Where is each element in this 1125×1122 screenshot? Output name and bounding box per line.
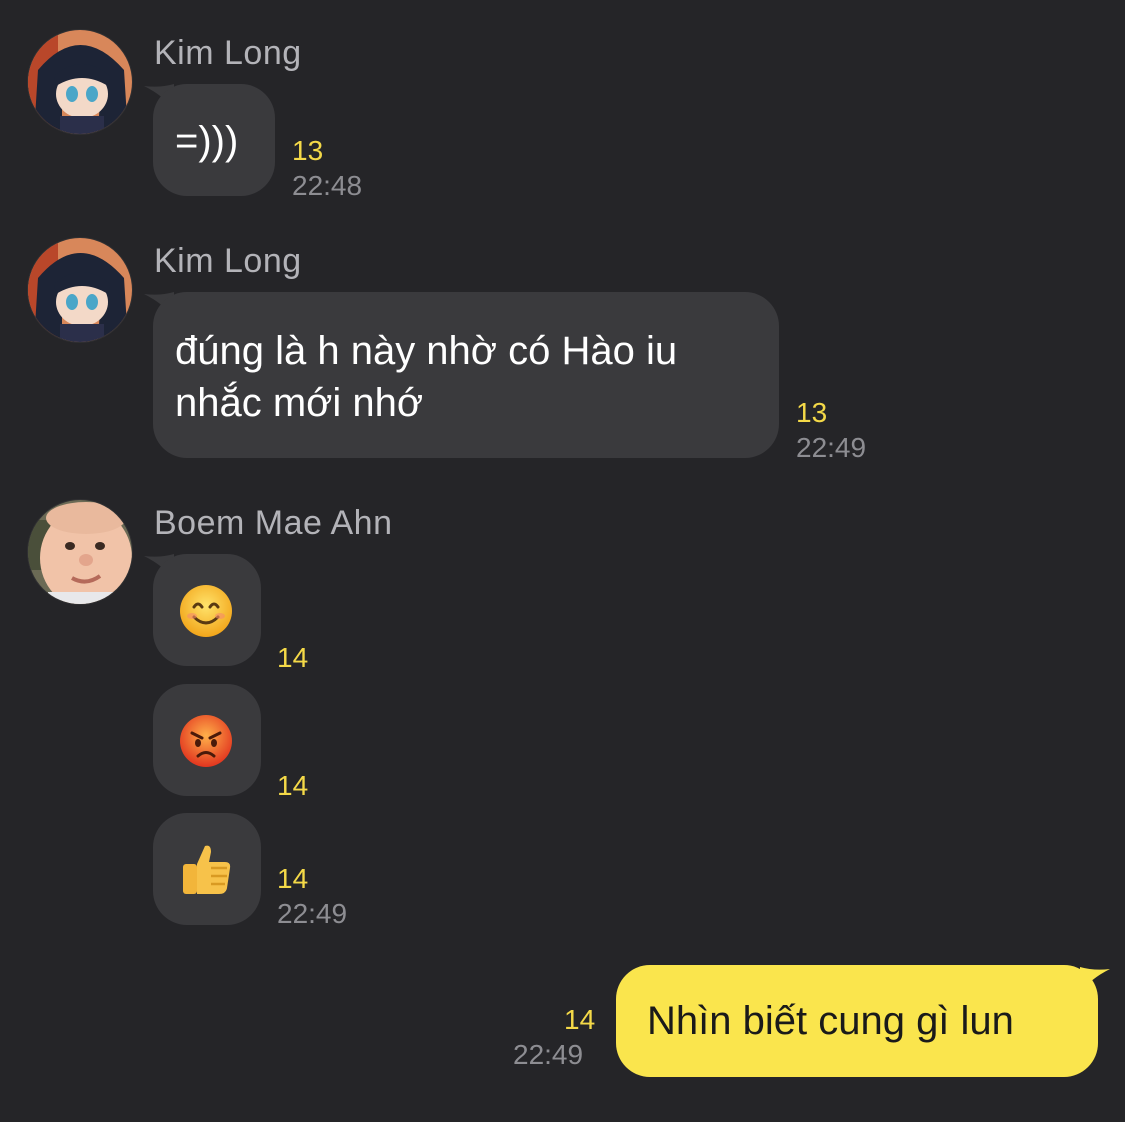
anime-girl-avatar-image [28, 30, 132, 134]
sender-name: Kim Long [154, 34, 302, 72]
unread-count: 14 [277, 642, 309, 673]
avatar-kim-long[interactable] [28, 238, 132, 342]
unread-count: 14 [277, 770, 309, 801]
emoji-bubble[interactable] [153, 554, 261, 666]
message-text: =))) [175, 119, 239, 163]
emoji-bubble[interactable] [153, 684, 261, 796]
message-time: 22:49 [796, 432, 867, 463]
message-bubble[interactable]: đúng là h này nhờ có Hào iu nhắc mới nhớ [153, 292, 779, 458]
anime-girl-avatar-image [28, 238, 132, 342]
message-time: 22:49 [277, 898, 348, 929]
smiling-face-emoji-icon [180, 585, 232, 637]
unread-count: 14 [277, 863, 309, 894]
bubble-tail [1080, 967, 1110, 993]
baby-face-avatar-image [28, 500, 132, 604]
message-bubble[interactable]: =))) [153, 84, 275, 196]
message-text-line: nhắc mới nhớ [175, 381, 424, 425]
avatar-boem-mae-ahn[interactable] [28, 500, 132, 604]
unread-count: 13 [292, 135, 324, 166]
message-text: Nhìn biết cung gì lun [647, 999, 1014, 1043]
message-text-line: đúng là h này nhờ có Hào iu [175, 329, 678, 373]
unread-count: 14 [564, 1004, 596, 1035]
angry-face-emoji-icon [180, 715, 232, 767]
message-time: 22:48 [292, 170, 363, 201]
sender-name: Kim Long [154, 242, 302, 280]
sender-name: Boem Mae Ahn [154, 504, 393, 542]
message-time: 22:49 [513, 1039, 584, 1070]
thumbs-up-emoji-icon [183, 845, 231, 894]
avatar-kim-long[interactable] [28, 30, 132, 134]
emoji-bubble[interactable] [153, 813, 261, 925]
unread-count: 13 [796, 397, 828, 428]
my-message-bubble[interactable]: Nhìn biết cung gì lun [616, 965, 1098, 1077]
